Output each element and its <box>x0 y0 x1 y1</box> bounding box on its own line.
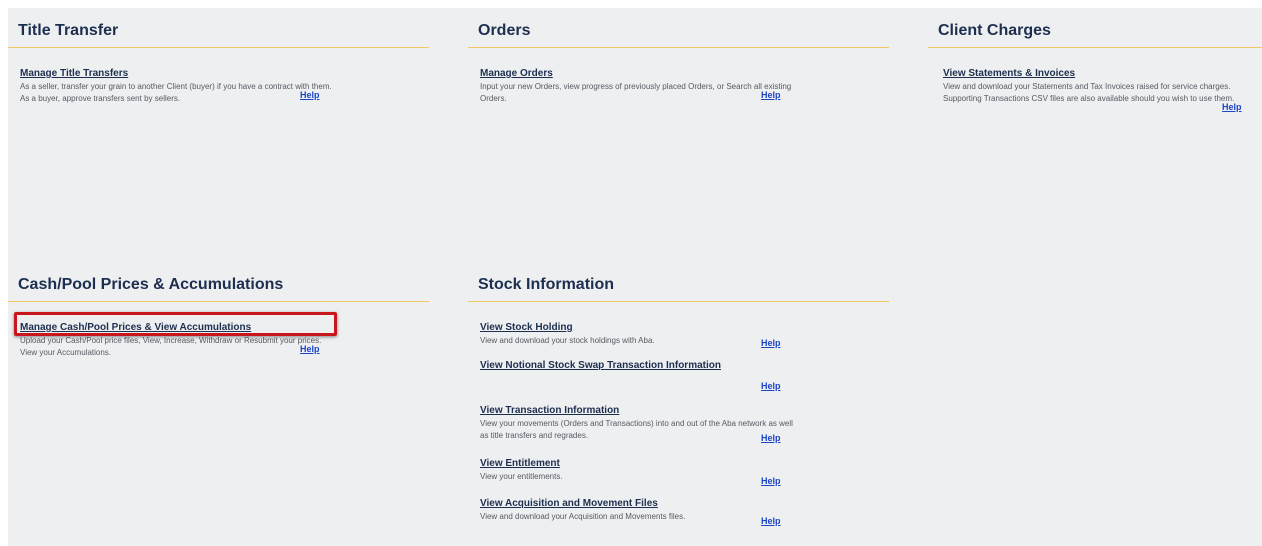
item-description: View your entitlements. <box>480 472 563 481</box>
list-item: View Transaction Information View your m… <box>468 400 889 453</box>
help-link[interactable]: Help <box>761 337 781 349</box>
view-stock-holding-link[interactable]: View Stock Holding <box>480 321 573 334</box>
manage-orders-link[interactable]: Manage Orders <box>480 67 553 80</box>
view-statements-invoices-link[interactable]: View Statements & Invoices <box>943 67 1075 80</box>
help-link[interactable]: Help <box>761 475 781 487</box>
item-description: Input your new Orders, view progress of … <box>480 82 792 103</box>
list-item: View Stock Holding View and download you… <box>468 317 889 355</box>
help-link[interactable]: Help <box>761 89 781 101</box>
view-transaction-information-link[interactable]: View Transaction Information <box>480 404 619 417</box>
section-orders: Orders Manage Orders Input your new Orde… <box>468 21 889 105</box>
section-stock-information: Stock Information View Stock Holding Vie… <box>468 275 889 527</box>
list-item: View Notional Stock Swap Transaction Inf… <box>468 355 889 400</box>
section-client-charges: Client Charges View Statements & Invoice… <box>928 21 1262 112</box>
section-cash-pool-prices: Cash/Pool Prices & Accumulations Manage … <box>8 275 429 359</box>
help-link[interactable]: Help <box>1222 101 1242 113</box>
view-entitlement-link[interactable]: View Entitlement <box>480 457 560 470</box>
list-item: Manage Title Transfers As a seller, tran… <box>8 63 429 105</box>
help-link[interactable]: Help <box>300 89 320 101</box>
list-item: Manage Cash/Pool Prices & View Accumulat… <box>8 317 429 359</box>
list-item: View Statements & Invoices View and down… <box>928 63 1262 112</box>
help-link[interactable]: Help <box>300 343 320 355</box>
section-title: Client Charges <box>938 22 1051 39</box>
section-title: Stock Information <box>478 276 615 293</box>
section-title-transfer: Title Transfer Manage Title Transfers As… <box>8 21 429 105</box>
dashboard-canvas: Title Transfer Manage Title Transfers As… <box>8 8 1262 546</box>
section-divider <box>928 47 1262 48</box>
section-divider <box>8 301 429 302</box>
item-description: View and download your Statements and Ta… <box>943 82 1235 103</box>
manage-title-transfers-link[interactable]: Manage Title Transfers <box>20 67 128 80</box>
manage-cash-pool-prices-link[interactable]: Manage Cash/Pool Prices & View Accumulat… <box>20 321 251 334</box>
item-description: As a seller, transfer your grain to anot… <box>20 82 332 103</box>
section-divider <box>468 301 889 302</box>
item-description: View your movements (Orders and Transact… <box>480 419 793 440</box>
section-title: Cash/Pool Prices & Accumulations <box>18 276 284 293</box>
section-title: Orders <box>478 22 531 39</box>
item-description: View and download your stock holdings wi… <box>480 336 655 345</box>
list-item: Manage Orders Input your new Orders, vie… <box>468 63 889 105</box>
view-acquisition-movement-files-link[interactable]: View Acquisition and Movement Files <box>480 497 658 510</box>
item-description: Upload your Cash/Pool price files, View,… <box>20 336 322 357</box>
help-link[interactable]: Help <box>761 515 781 527</box>
item-description: View and download your Acquisition and M… <box>480 512 686 521</box>
section-title: Title Transfer <box>18 22 119 39</box>
section-divider <box>8 47 429 48</box>
list-item: View Acquisition and Movement Files View… <box>468 493 889 527</box>
list-item: View Entitlement View your entitlements.… <box>468 453 889 493</box>
section-divider <box>468 47 889 48</box>
help-link[interactable]: Help <box>761 432 781 444</box>
help-link[interactable]: Help <box>761 380 781 392</box>
view-notional-stock-swap-link[interactable]: View Notional Stock Swap Transaction Inf… <box>480 359 721 372</box>
